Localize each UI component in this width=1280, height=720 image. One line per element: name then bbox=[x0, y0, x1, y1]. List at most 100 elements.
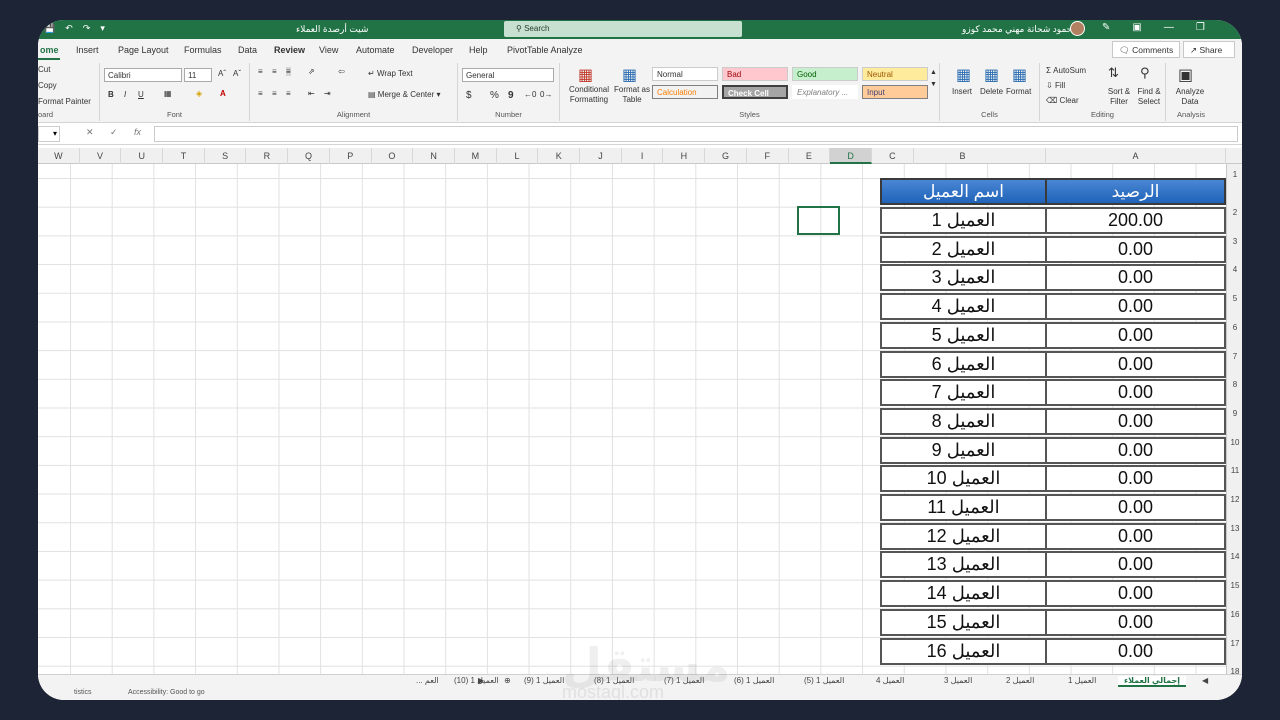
wrap-text-button[interactable]: ↵ Wrap Text bbox=[368, 69, 413, 78]
find-select-button[interactable]: Find & Select bbox=[1134, 87, 1164, 107]
balance-cell[interactable]: 0.00 bbox=[1045, 436, 1226, 464]
row-header-14[interactable]: 14 bbox=[1227, 552, 1242, 561]
balance-cell[interactable]: 0.00 bbox=[1045, 580, 1226, 608]
customer-name-cell[interactable]: العميل 9 bbox=[880, 436, 1047, 464]
style-explanatory[interactable]: Explanatory ... bbox=[792, 85, 858, 99]
balance-cell[interactable]: 0.00 bbox=[1045, 235, 1226, 263]
column-header-u[interactable]: U bbox=[121, 148, 164, 164]
row-header-16[interactable]: 16 bbox=[1227, 610, 1242, 619]
number-format-select[interactable]: General bbox=[462, 68, 554, 82]
tab-page-layout[interactable]: Page Layout bbox=[118, 45, 169, 55]
tab-developer[interactable]: Developer bbox=[412, 45, 453, 55]
cancel-icon[interactable]: ✕ bbox=[86, 127, 94, 138]
style-check-cell[interactable]: Check Cell bbox=[722, 85, 788, 99]
sort-filter-button[interactable]: Sort & Filter bbox=[1104, 87, 1134, 107]
sheet-tab[interactable]: العميل 1 (6) bbox=[734, 676, 774, 685]
row-header-13[interactable]: 13 bbox=[1227, 524, 1242, 533]
font-shrink-icon[interactable]: Aˇ bbox=[233, 69, 241, 78]
column-header-j[interactable]: J bbox=[580, 148, 622, 164]
increase-decimal-icon[interactable]: ←0 bbox=[524, 90, 536, 99]
customer-name-cell[interactable]: العميل 7 bbox=[880, 379, 1047, 407]
column-header-s[interactable]: S bbox=[205, 148, 247, 164]
align-middle-icon[interactable]: ≡ bbox=[272, 67, 277, 76]
column-header-f[interactable]: F bbox=[747, 148, 789, 164]
orientation-icon[interactable]: ⇗ bbox=[308, 67, 315, 76]
active-cell-d3[interactable] bbox=[797, 206, 840, 235]
save-icon[interactable]: 💾 bbox=[44, 23, 55, 34]
format-cells-icon[interactable]: ▦ bbox=[1012, 65, 1027, 85]
bold-button[interactable]: B bbox=[108, 90, 114, 99]
rtl-icon[interactable]: ⇦ bbox=[338, 67, 345, 76]
column-header-e[interactable]: E bbox=[789, 148, 831, 164]
analyze-data-button[interactable]: Analyze Data bbox=[1172, 87, 1208, 107]
function-icon[interactable]: fx bbox=[134, 127, 141, 137]
sheet-tab[interactable]: العميل 1 bbox=[1068, 676, 1096, 685]
format-painter-button[interactable]: Format Painter bbox=[38, 97, 91, 106]
customer-name-cell[interactable]: العميل 13 bbox=[880, 551, 1047, 579]
column-header-b[interactable]: B bbox=[880, 148, 1046, 164]
restore-icon[interactable]: ❐ bbox=[1196, 22, 1205, 33]
column-header-g[interactable]: G bbox=[705, 148, 747, 164]
row-header-6[interactable]: 6 bbox=[1227, 323, 1242, 332]
row-header-17[interactable]: 17 bbox=[1227, 639, 1242, 648]
column-header-l[interactable]: L bbox=[497, 148, 539, 164]
conditional-formatting-icon[interactable]: ▦ bbox=[578, 65, 593, 85]
balance-cell[interactable]: 0.00 bbox=[1045, 407, 1226, 435]
style-normal[interactable]: Normal bbox=[652, 67, 718, 81]
tab-insert[interactable]: Insert bbox=[76, 45, 99, 55]
column-header-a[interactable]: A bbox=[1046, 148, 1226, 164]
column-header-r[interactable]: R bbox=[247, 148, 289, 164]
fill-button[interactable]: ⇩ Fill bbox=[1046, 81, 1065, 90]
sheet-tab[interactable]: العميل 1 (5) bbox=[804, 676, 844, 685]
customer-name-cell[interactable]: العميل 6 bbox=[880, 350, 1047, 378]
row-header-12[interactable]: 12 bbox=[1227, 495, 1242, 504]
column-header-h[interactable]: H bbox=[664, 148, 706, 164]
comma-button[interactable]: 9 bbox=[508, 90, 514, 101]
enter-icon[interactable]: ✓ bbox=[110, 127, 118, 138]
row-header-11[interactable]: 11 bbox=[1227, 466, 1242, 475]
minimize-icon[interactable]: — bbox=[1164, 22, 1174, 33]
redo-icon[interactable]: ↷ bbox=[83, 23, 91, 34]
format-as-table-icon[interactable]: ▦ bbox=[622, 65, 637, 85]
customer-name-cell[interactable]: العميل 2 bbox=[880, 235, 1047, 263]
row-header-8[interactable]: 8 bbox=[1227, 380, 1242, 389]
row-header-5[interactable]: 5 bbox=[1227, 294, 1242, 303]
style-good[interactable]: Good bbox=[792, 67, 858, 81]
row-header-1[interactable]: 1 bbox=[1227, 170, 1242, 179]
fill-color-icon[interactable]: ◈ bbox=[196, 89, 202, 98]
row-header-3[interactable]: 3 bbox=[1227, 237, 1242, 246]
tab-formulas[interactable]: Formulas bbox=[184, 45, 222, 55]
column-header-m[interactable]: M bbox=[455, 148, 497, 164]
borders-icon[interactable]: ▦ bbox=[164, 89, 172, 98]
font-size-select[interactable]: 11 bbox=[184, 68, 212, 82]
tab-home[interactable]: ome bbox=[40, 45, 59, 55]
copy-button[interactable]: Copy bbox=[38, 81, 57, 90]
ribbon-display-icon[interactable]: ▣ bbox=[1132, 22, 1141, 33]
column-header-q[interactable]: Q bbox=[288, 148, 330, 164]
formula-input[interactable] bbox=[154, 126, 1238, 142]
conditional-formatting-button[interactable]: Conditional Formatting bbox=[564, 85, 614, 105]
customer-name-cell[interactable]: العميل 14 bbox=[880, 580, 1047, 608]
search-box[interactable]: ⚲ Search bbox=[504, 21, 742, 37]
clear-button[interactable]: ⌫ Clear bbox=[1046, 96, 1079, 105]
tab-view[interactable]: View bbox=[319, 45, 338, 55]
align-center-icon[interactable]: ≡ bbox=[272, 89, 277, 98]
balance-cell[interactable]: 0.00 bbox=[1045, 551, 1226, 579]
format-cells-button[interactable]: Format bbox=[1006, 87, 1031, 96]
indent-increase-icon[interactable]: ⇥ bbox=[324, 89, 331, 98]
column-header-v[interactable]: V bbox=[80, 148, 122, 164]
balance-cell[interactable]: 0.00 bbox=[1045, 264, 1226, 292]
sheet-tab[interactable]: العميل 1 (9) bbox=[524, 676, 564, 685]
balance-cell[interactable]: 0.00 bbox=[1045, 293, 1226, 321]
customer-name-cell[interactable]: العميل 12 bbox=[880, 522, 1047, 550]
header-customer-name[interactable]: اسم العميل bbox=[880, 178, 1047, 205]
document-title[interactable]: شيت أرصدة العملاء bbox=[296, 24, 368, 35]
add-sheet-icon[interactable]: ⊕ bbox=[504, 676, 511, 685]
tab-help[interactable]: Help bbox=[469, 45, 488, 55]
tab-data[interactable]: Data bbox=[238, 45, 257, 55]
name-box[interactable]: ▾ bbox=[38, 126, 60, 142]
delete-cells-icon[interactable]: ▦ bbox=[984, 65, 999, 85]
styles-scroll-icon[interactable]: ▲ ▼ bbox=[930, 67, 937, 91]
style-neutral[interactable]: Neutral bbox=[862, 67, 928, 81]
column-header-n[interactable]: N bbox=[413, 148, 455, 164]
